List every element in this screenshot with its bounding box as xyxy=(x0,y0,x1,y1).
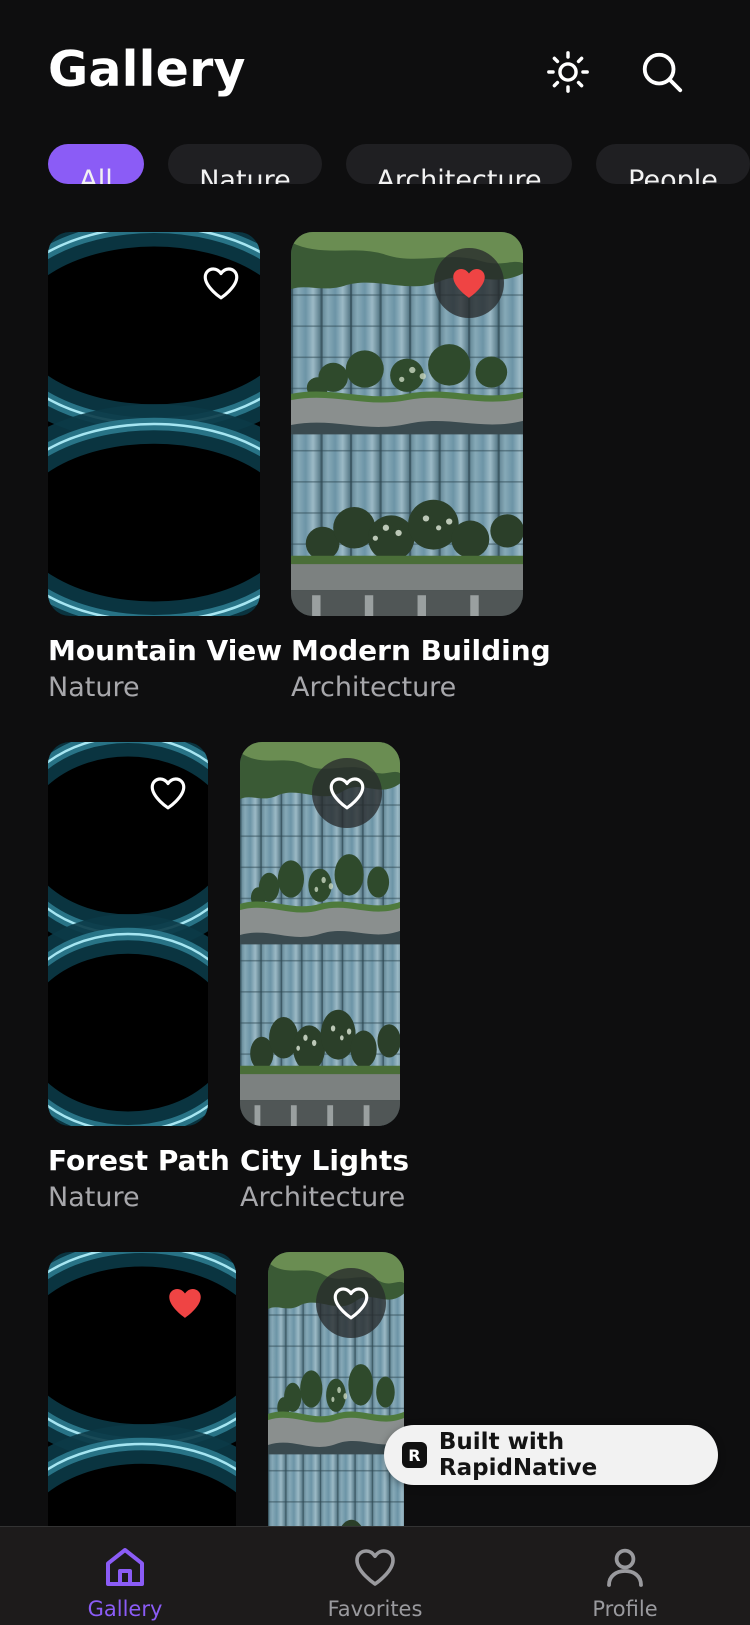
gallery-card[interactable] xyxy=(268,1252,404,1526)
card-category: Architecture xyxy=(291,672,457,703)
heart-outline-icon xyxy=(326,772,368,814)
filter-chip-people[interactable]: People xyxy=(596,144,750,184)
badge-label: Built with RapidNative xyxy=(438,1429,598,1481)
gallery-card[interactable]: City Lights Architecture xyxy=(240,742,409,1213)
heart-filled-icon xyxy=(164,1282,206,1324)
tab-label: Gallery xyxy=(87,1597,163,1621)
favorite-button[interactable] xyxy=(434,248,504,318)
filter-chip-label: People xyxy=(628,165,718,184)
card-category: Architecture xyxy=(240,1182,406,1213)
tab-profile[interactable]: Profile xyxy=(545,1527,705,1625)
bottom-tab-bar: Gallery Favorites Profile xyxy=(0,1526,750,1625)
tab-label: Favorites xyxy=(327,1597,423,1621)
rapidnative-logo-icon: R xyxy=(402,1442,427,1468)
favorite-button[interactable] xyxy=(312,758,382,828)
heart-icon xyxy=(351,1543,399,1595)
favorite-button[interactable] xyxy=(150,1268,220,1338)
gallery-card[interactable]: Modern Building Architecture xyxy=(291,232,551,703)
gallery-card[interactable] xyxy=(48,1252,236,1526)
app-header: Gallery xyxy=(48,40,750,100)
favorite-button[interactable] xyxy=(186,248,256,318)
category-filter-bar: All Nature Architecture People xyxy=(48,144,750,184)
heart-filled-icon xyxy=(448,262,490,304)
card-title: Mountain View xyxy=(48,634,283,667)
tab-gallery[interactable]: Gallery xyxy=(45,1527,205,1625)
filter-chip-nature[interactable]: Nature xyxy=(168,144,322,184)
filter-chip-label: All xyxy=(79,165,113,184)
heart-outline-icon xyxy=(147,772,189,814)
favorite-button[interactable] xyxy=(316,1268,386,1338)
favorite-button[interactable] xyxy=(133,758,203,828)
card-title: Forest Path xyxy=(48,1144,230,1177)
page-title: Gallery xyxy=(48,41,246,98)
tab-label: Profile xyxy=(592,1597,658,1621)
filter-chip-label: Architecture xyxy=(376,165,542,184)
card-title: Modern Building xyxy=(291,634,551,667)
gallery-card[interactable]: Forest Path Nature xyxy=(48,742,230,1213)
home-icon xyxy=(101,1543,149,1595)
tab-favorites[interactable]: Favorites xyxy=(295,1527,455,1625)
sun-icon[interactable] xyxy=(543,47,593,97)
filter-chip-label: Nature xyxy=(199,165,291,184)
card-category: Nature xyxy=(48,672,140,703)
filter-chip-all[interactable]: All xyxy=(48,144,144,184)
search-icon[interactable] xyxy=(637,47,687,97)
heart-outline-icon xyxy=(200,262,242,304)
user-icon xyxy=(601,1543,649,1595)
filter-chip-architecture[interactable]: Architecture xyxy=(346,144,572,184)
gallery-card[interactable]: Mountain View Nature xyxy=(48,232,282,703)
card-category: Nature xyxy=(48,1182,140,1213)
heart-outline-icon xyxy=(330,1282,372,1324)
card-title: City Lights xyxy=(240,1144,409,1177)
built-with-badge[interactable]: R Built with RapidNative xyxy=(384,1425,718,1485)
